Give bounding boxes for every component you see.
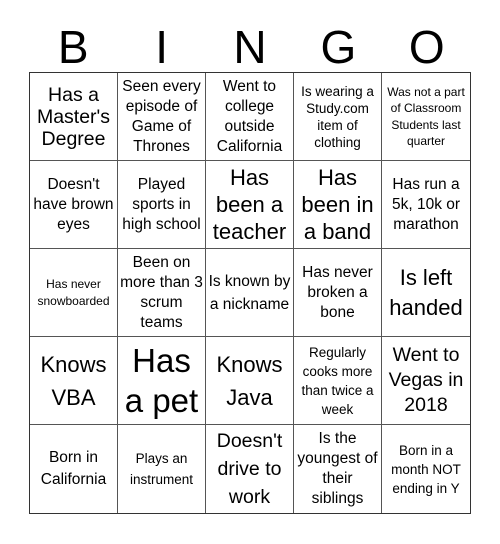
cell-text: Seen every episode of Game of Thrones xyxy=(122,77,201,155)
header-letter-i: I xyxy=(155,21,168,73)
bingo-cell[interactable]: Is wearing a Study.com item of clothing xyxy=(294,73,382,161)
cell-text: Has been a teacher xyxy=(212,165,287,244)
cell-text: Knows Java xyxy=(216,351,283,410)
cell-text: Has a Master's Degree xyxy=(36,83,111,150)
cell-text: Is the youngest of their siblings xyxy=(297,430,378,507)
bingo-cell[interactable]: Has never broken a bone xyxy=(294,249,382,337)
bingo-cell[interactable]: Is known by a nickname xyxy=(206,249,294,337)
bingo-header: B I N G O xyxy=(29,22,471,72)
cell-text: Doesn't have brown eyes xyxy=(33,175,114,233)
cell-text: Went to Vegas in 2018 xyxy=(388,344,464,416)
header-letter-n: N xyxy=(233,21,267,73)
cell-text: Been on more than 3 scrum teams xyxy=(120,253,203,331)
bingo-cell[interactable]: Has run a 5k, 10k or marathon xyxy=(382,161,470,249)
cell-text: Born in a month NOT ending in Y xyxy=(391,442,461,496)
bingo-cell[interactable]: Knows VBA xyxy=(30,337,118,425)
bingo-cell[interactable]: Went to Vegas in 2018 xyxy=(382,337,470,425)
bingo-cell[interactable]: Has been in a band xyxy=(294,161,382,249)
bingo-cell[interactable]: Regularly cooks more than twice a week xyxy=(294,337,382,425)
cell-text: Was not a part of Classroom Students las… xyxy=(387,84,465,149)
cell-text: Has never snowboarded xyxy=(37,276,110,308)
cell-text: Has a pet xyxy=(124,341,199,419)
bingo-cell[interactable]: Born in California xyxy=(30,425,118,513)
cell-text: Is wearing a Study.com item of clothing xyxy=(301,83,374,150)
bingo-cell[interactable]: Went to college outside California xyxy=(206,73,294,161)
cell-text: Knows VBA xyxy=(40,351,107,410)
bingo-cell[interactable]: Doesn't have brown eyes xyxy=(30,161,118,249)
cell-text: Is known by a nickname xyxy=(208,272,291,313)
bingo-cell[interactable]: Seen every episode of Game of Thrones xyxy=(118,73,206,161)
bingo-cell[interactable]: Knows Java xyxy=(206,337,294,425)
cell-text: Has never broken a bone xyxy=(302,263,373,321)
cell-text: Regularly cooks more than twice a week xyxy=(301,344,374,417)
cell-text: Went to college outside California xyxy=(216,77,283,155)
cell-text: Played sports in high school xyxy=(122,175,201,233)
cell-text: Doesn't drive to work xyxy=(216,430,283,508)
bingo-cell[interactable]: Is left handed xyxy=(382,249,470,337)
bingo-cell[interactable]: Played sports in high school xyxy=(118,161,206,249)
bingo-cell[interactable]: Has been a teacher xyxy=(206,161,294,249)
cell-text: Is left handed xyxy=(389,264,463,320)
bingo-cell[interactable]: Doesn't drive to work xyxy=(206,425,294,513)
bingo-cell[interactable]: Was not a part of Classroom Students las… xyxy=(382,73,470,161)
header-letter-o: O xyxy=(408,21,445,73)
bingo-cell[interactable]: Has never snowboarded xyxy=(30,249,118,337)
bingo-cell[interactable]: Has a Master's Degree xyxy=(30,73,118,161)
cell-text: Has run a 5k, 10k or marathon xyxy=(391,175,461,233)
cell-text: Has been in a band xyxy=(301,165,374,244)
header-letter-g: G xyxy=(320,21,357,73)
bingo-cell[interactable]: Plays an instrument xyxy=(118,425,206,513)
bingo-cell[interactable]: Been on more than 3 scrum teams xyxy=(118,249,206,337)
bingo-cell[interactable]: Born in a month NOT ending in Y xyxy=(382,425,470,513)
cell-text: Plays an instrument xyxy=(129,451,194,487)
cell-text: Born in California xyxy=(40,449,107,488)
bingo-cell[interactable]: Is the youngest of their siblings xyxy=(294,425,382,513)
bingo-grid: Has a Master's Degree Seen every episode… xyxy=(29,72,471,514)
header-letter-b: B xyxy=(57,21,89,73)
bingo-cell[interactable]: Has a pet xyxy=(118,337,206,425)
